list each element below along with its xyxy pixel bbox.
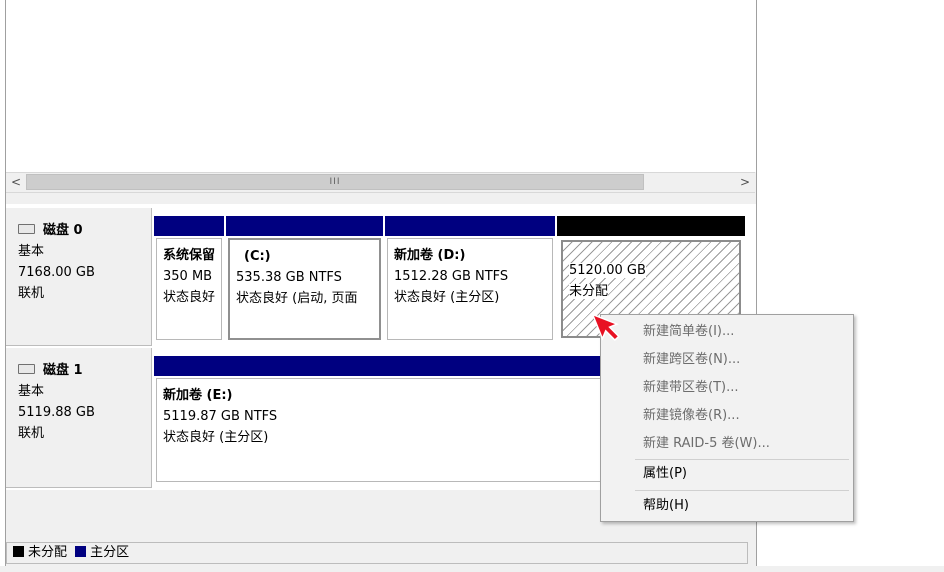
- menu-new-simple-volume[interactable]: 新建简单卷(I)...: [643, 318, 849, 346]
- scrollbar-thumb[interactable]: III: [26, 174, 644, 190]
- volume-c[interactable]: (C:) 535.38 GB NTFS 状态良好 (启动, 页面: [226, 216, 383, 342]
- horizontal-scrollbar[interactable]: < III >: [6, 172, 755, 193]
- menu-new-striped-volume[interactable]: 新建带区卷(T)...: [643, 374, 849, 402]
- menu-new-mirrored-volume[interactable]: 新建镜像卷(R)...: [643, 402, 849, 430]
- partition-bar: [385, 216, 555, 236]
- volume-status: 状态良好 (主分区): [394, 290, 500, 305]
- disk-size: 5119.88 GB: [18, 405, 95, 420]
- unallocated-swatch: [13, 546, 24, 557]
- partition-bar: [154, 216, 224, 236]
- partition-bar: [226, 216, 383, 236]
- volume-title: (C:): [244, 249, 271, 264]
- menu-properties[interactable]: 属性(P): [643, 460, 849, 488]
- volume-status: 状态良好: [163, 290, 216, 305]
- red-arrow-cursor-icon: [594, 313, 620, 342]
- hard-disk-icon: [18, 223, 35, 234]
- scroll-right-button[interactable]: >: [735, 173, 755, 192]
- disk-1-label[interactable]: 磁盘 1 基本 5119.88 GB 联机: [6, 348, 152, 488]
- volume-size: 350 MB: [163, 269, 213, 284]
- volume-status: 未分配: [569, 284, 609, 299]
- menu-separator: [635, 490, 849, 491]
- volume-size: 535.38 GB NTFS: [236, 270, 342, 285]
- volume-title: 系统保留: [163, 248, 216, 263]
- volume-d[interactable]: 新加卷 (D:) 1512.28 GB NTFS 状态良好 (主分区): [385, 216, 555, 342]
- disk-0-label[interactable]: 磁盘 0 基本 7168.00 GB 联机: [6, 208, 152, 346]
- volume-title: 新加卷 (D:): [394, 248, 466, 263]
- disk-status: 联机: [18, 286, 45, 301]
- volume-list[interactable]: [6, 0, 756, 172]
- disk-type: 基本: [18, 384, 45, 399]
- context-menu: 新建简单卷(I)... 新建跨区卷(N)... 新建带区卷(T)... 新建镜像…: [600, 314, 854, 522]
- menu-new-spanned-volume[interactable]: 新建跨区卷(N)...: [643, 346, 849, 374]
- disk-name: 磁盘 0: [43, 223, 83, 238]
- status-strip: [0, 566, 944, 572]
- disk-name: 磁盘 1: [43, 363, 83, 378]
- menu-new-raid5-volume[interactable]: 新建 RAID-5 卷(W)...: [643, 430, 849, 458]
- volume-size: 1512.28 GB NTFS: [394, 269, 509, 284]
- primary-partition-swatch: [75, 546, 87, 557]
- legend-primary: 主分区: [90, 545, 130, 560]
- hard-disk-icon: [18, 363, 35, 374]
- scroll-left-button[interactable]: <: [6, 173, 26, 192]
- disk-size: 7168.00 GB: [18, 265, 95, 280]
- volume-size: 5120.00 GB: [569, 263, 646, 278]
- unallocated-bar: [557, 216, 745, 236]
- menu-help[interactable]: 帮助(H): [643, 492, 849, 520]
- disk-status: 联机: [18, 426, 45, 441]
- legend: 未分配 主分区: [6, 542, 748, 564]
- volume-system-reserved[interactable]: 系统保留 350 MB 状态良好: [154, 216, 224, 342]
- disk-type: 基本: [18, 244, 45, 259]
- volume-status: 状态良好 (启动, 页面: [236, 291, 358, 306]
- legend-unallocated: 未分配: [28, 545, 68, 560]
